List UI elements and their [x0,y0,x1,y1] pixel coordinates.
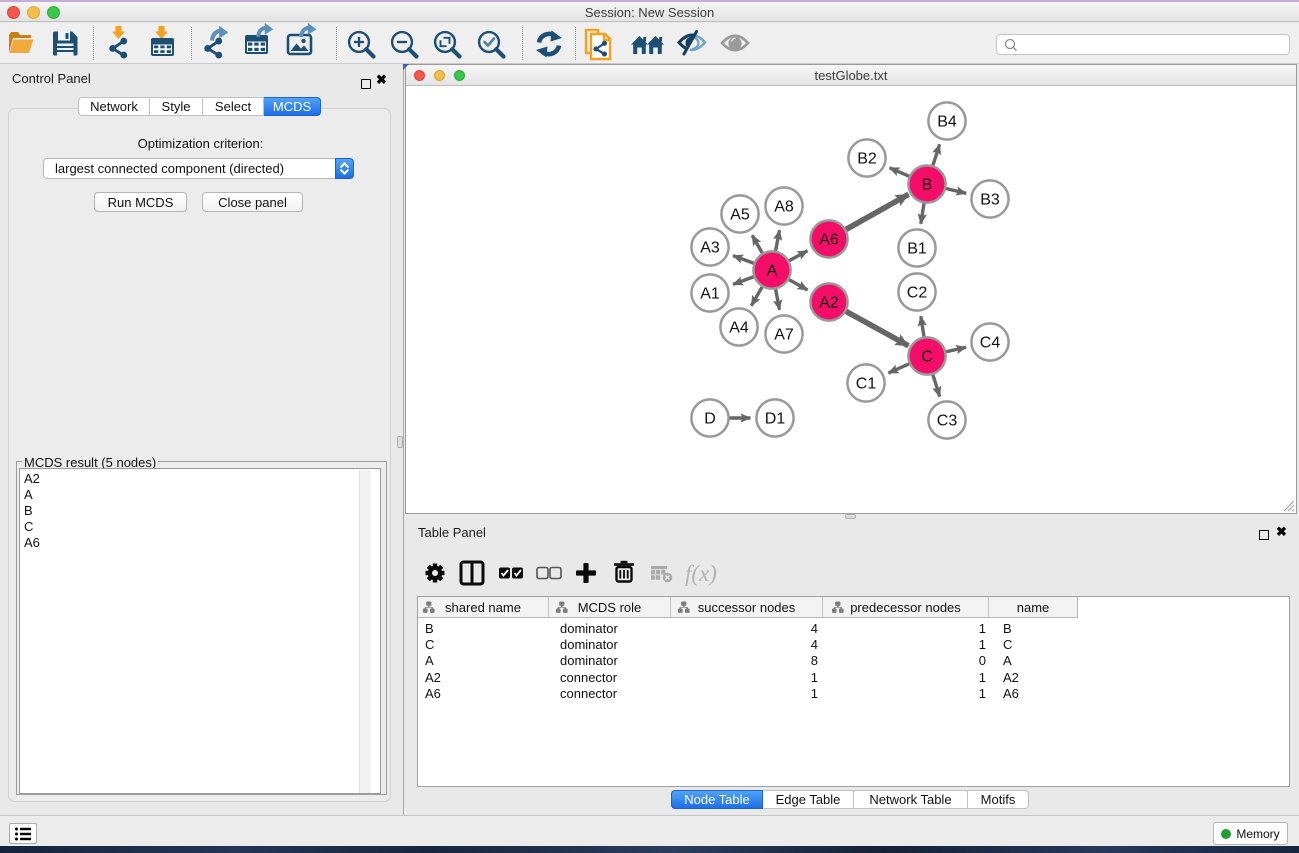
svg-text:A5: A5 [730,207,750,224]
svg-text:A7: A7 [774,327,794,344]
svg-text:A1: A1 [700,286,720,303]
svg-text:A4: A4 [729,320,749,337]
svg-text:D1: D1 [765,411,786,428]
svg-text:A: A [767,263,778,280]
svg-text:A2: A2 [819,295,839,312]
svg-text:D: D [704,411,716,428]
svg-text:C3: C3 [937,413,958,430]
svg-text:C4: C4 [980,335,1001,352]
svg-text:B2: B2 [857,151,877,168]
svg-text:C: C [921,349,933,366]
svg-text:B4: B4 [937,114,957,131]
svg-text:A8: A8 [774,199,794,216]
svg-text:C1: C1 [856,376,877,393]
svg-text:C2: C2 [907,285,928,302]
svg-text:B: B [922,177,933,194]
svg-text:A3: A3 [700,240,720,257]
svg-text:A6: A6 [819,232,839,249]
svg-text:B1: B1 [907,241,927,258]
svg-text:f(x): f(x) [685,561,717,586]
svg-text:B3: B3 [980,192,1000,209]
